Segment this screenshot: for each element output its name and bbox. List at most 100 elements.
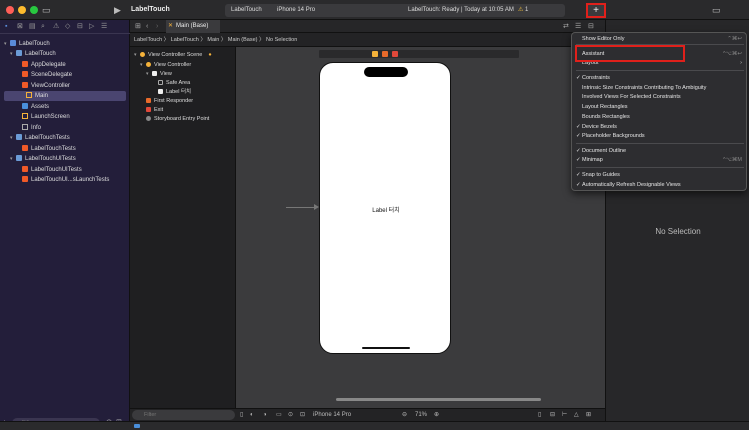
outline-item[interactable]: Safe Area (130, 79, 236, 88)
find-icon[interactable]: ⌕ (41, 20, 45, 34)
menu-item-layout-rectangles[interactable]: Layout Rectangles (572, 103, 748, 111)
swift-file-icon (22, 176, 28, 182)
close-window-button[interactable] (6, 6, 14, 14)
back-icon[interactable]: ‹ (146, 20, 148, 33)
menu-separator (576, 167, 744, 168)
forward-icon[interactable]: › (156, 20, 158, 33)
first-responder-icon (146, 98, 151, 103)
project-navigator: ▪ ⊠ ▤ ⌕ ⚠ ◇ ⊟ ▷ ☰ ▾ LabelTouch ▾ LabelTouc… (0, 20, 130, 430)
breakpoint-icon[interactable]: ▷ (89, 20, 94, 34)
first-responder-dock-icon[interactable] (382, 51, 388, 57)
outline-item[interactable]: Exit (130, 106, 236, 115)
menu-item-intrinsic-size[interactable]: Intrinsic Size Constraints Contributing … (572, 84, 748, 92)
storyboard-canvas[interactable]: Label 터치 (236, 47, 605, 408)
tab-main-base[interactable]: ✕ Main (Base) (166, 20, 220, 33)
inspector-toggle-icon[interactable]: ▭ (712, 0, 721, 20)
list-item[interactable]: SceneDelegate (0, 70, 130, 80)
list-item-selected[interactable]: Main (4, 91, 126, 101)
menu-item-snap-to-guides[interactable]: ✓ Snap to Guides (572, 171, 748, 179)
swift-file-icon (22, 145, 28, 151)
plist-icon (22, 124, 28, 130)
checkmark-icon: ✓ (576, 157, 581, 163)
list-item[interactable]: ▾ LabelTouch (0, 49, 130, 59)
outline-item[interactable]: ▾ View (130, 70, 236, 79)
outline-item[interactable]: Storyboard Entry Point (130, 115, 236, 124)
menu-item-involved-views[interactable]: Involved Views For Selected Constraints (572, 93, 748, 101)
list-item[interactable]: Info (0, 123, 130, 133)
exit-dock-icon[interactable] (392, 51, 398, 57)
menu-item-placeholder-backgrounds[interactable]: ✓ Placeholder Backgrounds (572, 132, 748, 140)
view-controller-dock-icon[interactable] (372, 51, 378, 57)
project-icon (10, 40, 16, 46)
checkmark-icon: ✓ (576, 148, 581, 154)
iphone-scene[interactable]: Label 터치 (319, 62, 451, 354)
outline-item[interactable]: Label 터치 (130, 88, 236, 97)
label-icon (158, 89, 163, 94)
list-item[interactable]: ▾ LabelTouchTests (0, 133, 130, 143)
swift-file-icon (22, 166, 28, 172)
activity-bar[interactable]: LabelTouch iPhone 14 Pro LabelTouch: Rea… (225, 4, 565, 17)
test-icon[interactable]: ◇ (65, 20, 70, 34)
status-bar (0, 421, 749, 430)
issue-icon[interactable]: ⚠ (53, 20, 59, 34)
outline-item[interactable]: ▾ View Controller Scene ● (130, 51, 236, 60)
jump-bar[interactable]: LabelTouch 〉 LabelTouch 〉 Main 〉 Main (B… (130, 33, 605, 47)
checkmark-icon: ✓ (576, 133, 581, 139)
no-selection-text: No Selection (655, 227, 701, 236)
menu-separator (576, 143, 744, 144)
scene-indicator-icon: ● (208, 52, 212, 58)
run-icon[interactable]: ▶ (114, 0, 121, 20)
scheme-selector[interactable]: LabelTouch (231, 4, 262, 17)
outline-item[interactable]: ▾ View Controller (130, 61, 236, 70)
checkmark-icon: ✓ (576, 172, 581, 178)
list-item[interactable]: Assets (0, 102, 130, 112)
folder-icon (16, 50, 22, 56)
grid-icon[interactable]: ⊞ (135, 20, 141, 33)
list-item[interactable]: ViewController (0, 81, 130, 91)
menu-item-document-outline[interactable]: ✓ Document Outline (572, 147, 748, 155)
minimize-window-button[interactable] (18, 6, 26, 14)
list-item[interactable]: ▾ LabelTouch (0, 39, 130, 49)
submenu-chevron-icon: › (740, 60, 742, 66)
list-item[interactable]: LabelTouchUI...sLaunchTests (0, 175, 130, 185)
list-item[interactable]: LabelTouchUITests (0, 165, 130, 175)
add-library-button[interactable]: + (586, 3, 606, 18)
menu-item-constraints[interactable]: ✓ Constraints (572, 74, 748, 82)
list-item[interactable]: LabelTouchTests (0, 144, 130, 154)
swift-file-icon (22, 82, 28, 88)
label-element[interactable]: Label 터치 (320, 205, 452, 214)
window-title-bar: ▭ ▶ LabelTouch LabelTouch iPhone 14 Pro … (0, 0, 749, 20)
breadcrumb[interactable]: LabelTouch 〉 LabelTouch 〉 Main 〉 Main (B… (134, 37, 297, 43)
list-item[interactable]: ▾ LabelTouchUITests (0, 154, 130, 164)
storyboard-icon (26, 92, 32, 98)
outline-item[interactable]: First Responder (130, 97, 236, 106)
device-selector[interactable]: iPhone 14 Pro (277, 4, 315, 17)
assets-icon (22, 103, 28, 109)
view-icon (152, 71, 157, 76)
zoom-window-button[interactable] (30, 6, 38, 14)
safe-area-icon (158, 80, 163, 85)
checkmark-icon: ✓ (576, 182, 581, 188)
folder-icon (16, 134, 22, 140)
menu-item-minimap[interactable]: ✓ Minimap ^⌥⌘M (572, 156, 748, 164)
warning-icon[interactable]: ⚠ (518, 4, 523, 17)
report-icon[interactable]: ☰ (101, 20, 107, 34)
swift-file-icon (22, 61, 28, 67)
debug-area-icon[interactable] (134, 424, 140, 428)
entry-point-arrow[interactable] (286, 207, 316, 208)
menu-item-device-bezels[interactable]: ✓ Device Bezels (572, 123, 748, 131)
debug-icon[interactable]: ⊟ (77, 20, 83, 34)
sidebar-toggle-icon[interactable]: ▭ (42, 0, 51, 20)
list-item[interactable]: AppDelegate (0, 60, 130, 70)
symbol-icon[interactable]: ▤ (29, 20, 36, 34)
outline-filter-input[interactable] (132, 410, 235, 420)
list-item[interactable]: LaunchScreen (0, 112, 130, 122)
horizontal-scrollbar[interactable] (336, 398, 541, 401)
menu-item-bounds-rectangles[interactable]: Bounds Rectangles (572, 113, 748, 121)
menu-item-show-editor-only[interactable]: Show Editor Only ⌃⌘↩ (572, 35, 748, 43)
folder-icon[interactable]: ▪ (5, 20, 7, 34)
related-items-icon[interactable]: ⇄ (563, 20, 569, 33)
menu-item-refresh-designable[interactable]: ✓ Automatically Refresh Designable Views (572, 181, 748, 189)
editor-bottom-bar: ▯ ◐ ◑ ▭ ⊙ ⊡ iPhone 14 Pro ⊖ 71% ⊕ ▯ ⊟ ⊢ … (130, 408, 605, 421)
source-control-icon[interactable]: ⊠ (17, 20, 23, 34)
